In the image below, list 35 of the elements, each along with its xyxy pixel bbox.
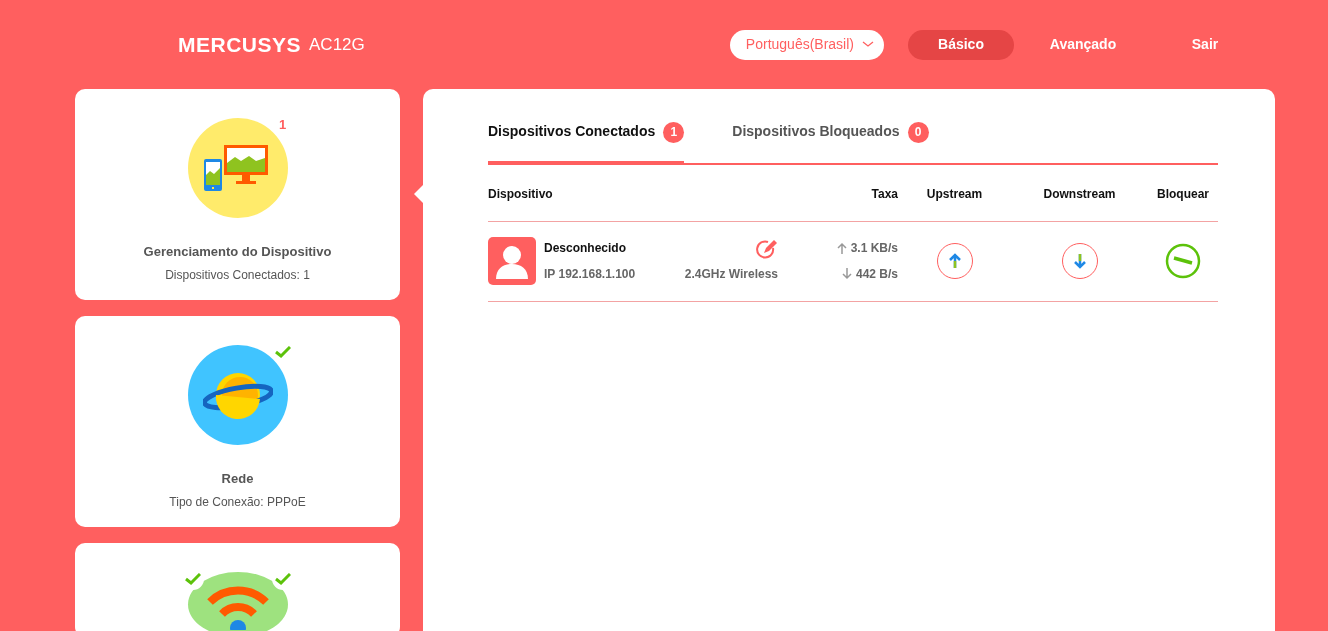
- card-title: Gerenciamento do Dispositivo: [143, 243, 332, 261]
- edit-icon[interactable]: [756, 239, 778, 261]
- down-arrow-icon: [841, 268, 852, 280]
- tab[interactable]: Dispositivos Conectados 1: [488, 121, 685, 165]
- count-badge: 1: [663, 121, 685, 143]
- user-avatar-icon: [488, 237, 536, 285]
- brand-logo: MERCUSYS: [178, 31, 302, 58]
- planet-icon: [202, 370, 273, 420]
- tab[interactable]: Dispositivos Bloqueados 0: [732, 121, 929, 165]
- device-name: Desconhecido: [544, 240, 628, 257]
- card-title: Rede: [221, 470, 254, 488]
- downstream-button[interactable]: [1061, 243, 1098, 279]
- up-arrow-icon: [836, 242, 847, 254]
- chevron-down-icon: [862, 41, 874, 48]
- block-button[interactable]: [1165, 243, 1201, 279]
- sidebar-card[interactable]: [75, 543, 400, 631]
- column-header: Taxa: [871, 186, 898, 201]
- check-icon: [184, 573, 201, 585]
- column-header: Upstream: [926, 186, 983, 201]
- upstream-button[interactable]: [936, 243, 973, 279]
- ip-address: IP 192.168.1.100: [544, 266, 637, 283]
- column-header: Dispositivo: [488, 186, 553, 201]
- column-header: Downstream: [1043, 186, 1116, 201]
- check-icon: [274, 346, 291, 358]
- connection-type: 2.4GHz Wireless: [684, 266, 778, 283]
- model-name: AC12G: [309, 33, 365, 56]
- nav-link[interactable]: Básico: [908, 29, 1014, 60]
- sidebar-card[interactable]: Rede Tipo de Conexão: PPPoE: [75, 316, 400, 527]
- card-subtitle: Tipo de Conexão: PPPoE: [169, 493, 306, 511]
- download-rate: 442 B/s: [841, 265, 898, 283]
- upload-rate: 3.1 KB/s: [836, 239, 898, 257]
- check-icon: [274, 573, 291, 585]
- count-badge: 0: [907, 121, 929, 143]
- card-subtitle: Dispositivos Conectados: 1: [165, 266, 310, 284]
- column-header: Bloquear: [1157, 186, 1209, 201]
